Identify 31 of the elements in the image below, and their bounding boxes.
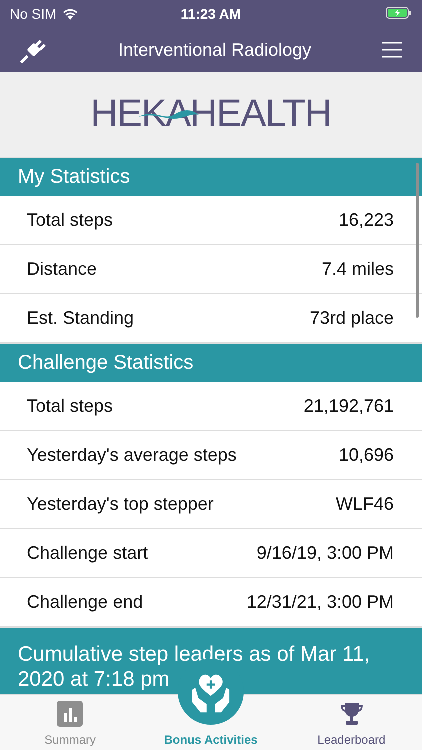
stat-value: WLF46 xyxy=(336,494,394,514)
bar-chart-icon xyxy=(57,701,84,727)
stat-label: Yesterday's top stepper xyxy=(27,494,214,514)
stat-value: 16,223 xyxy=(338,210,394,230)
battery-icon xyxy=(386,7,412,19)
stat-label: Challenge end xyxy=(27,592,144,612)
section-header: Challenge Statistics xyxy=(0,343,422,382)
stat-value: 7.4 miles xyxy=(322,258,394,280)
tab[interactable]: Bonus Activities xyxy=(160,733,262,750)
stat-label: Distance xyxy=(27,258,98,280)
stat-value: 12/31/21, 3:00 PM xyxy=(246,592,394,612)
status-time: 11:23 AM xyxy=(180,6,242,22)
section-header: My Statistics xyxy=(0,157,422,196)
stat-label: Total steps xyxy=(27,210,114,230)
carrier: No SIM xyxy=(10,6,57,22)
stat-label: Challenge start xyxy=(27,542,148,564)
stat-value: 21,192,761 xyxy=(304,396,394,416)
menu-icon[interactable] xyxy=(382,42,402,58)
screen-title: Interventional Radiology xyxy=(118,40,312,60)
section-header: Cumulative step leaders as of Mar 11, 2020 at 7:18 pm xyxy=(0,627,422,694)
stat-label: Yesterday's average steps xyxy=(27,444,237,466)
wifi-icon xyxy=(62,8,79,20)
trophy-icon xyxy=(338,701,365,727)
stat-value: 73rd place xyxy=(310,308,394,328)
tab[interactable]: Summary xyxy=(40,701,100,750)
stat-label: Est. Standing xyxy=(27,308,134,328)
stat-value: 10,696 xyxy=(338,444,394,466)
logo: HEKAHEALTH xyxy=(90,93,332,136)
stat-label: Total steps xyxy=(27,396,114,416)
stat-value: 9/16/19, 3:00 PM xyxy=(256,542,394,564)
tab[interactable]: Leaderboard xyxy=(314,701,390,750)
